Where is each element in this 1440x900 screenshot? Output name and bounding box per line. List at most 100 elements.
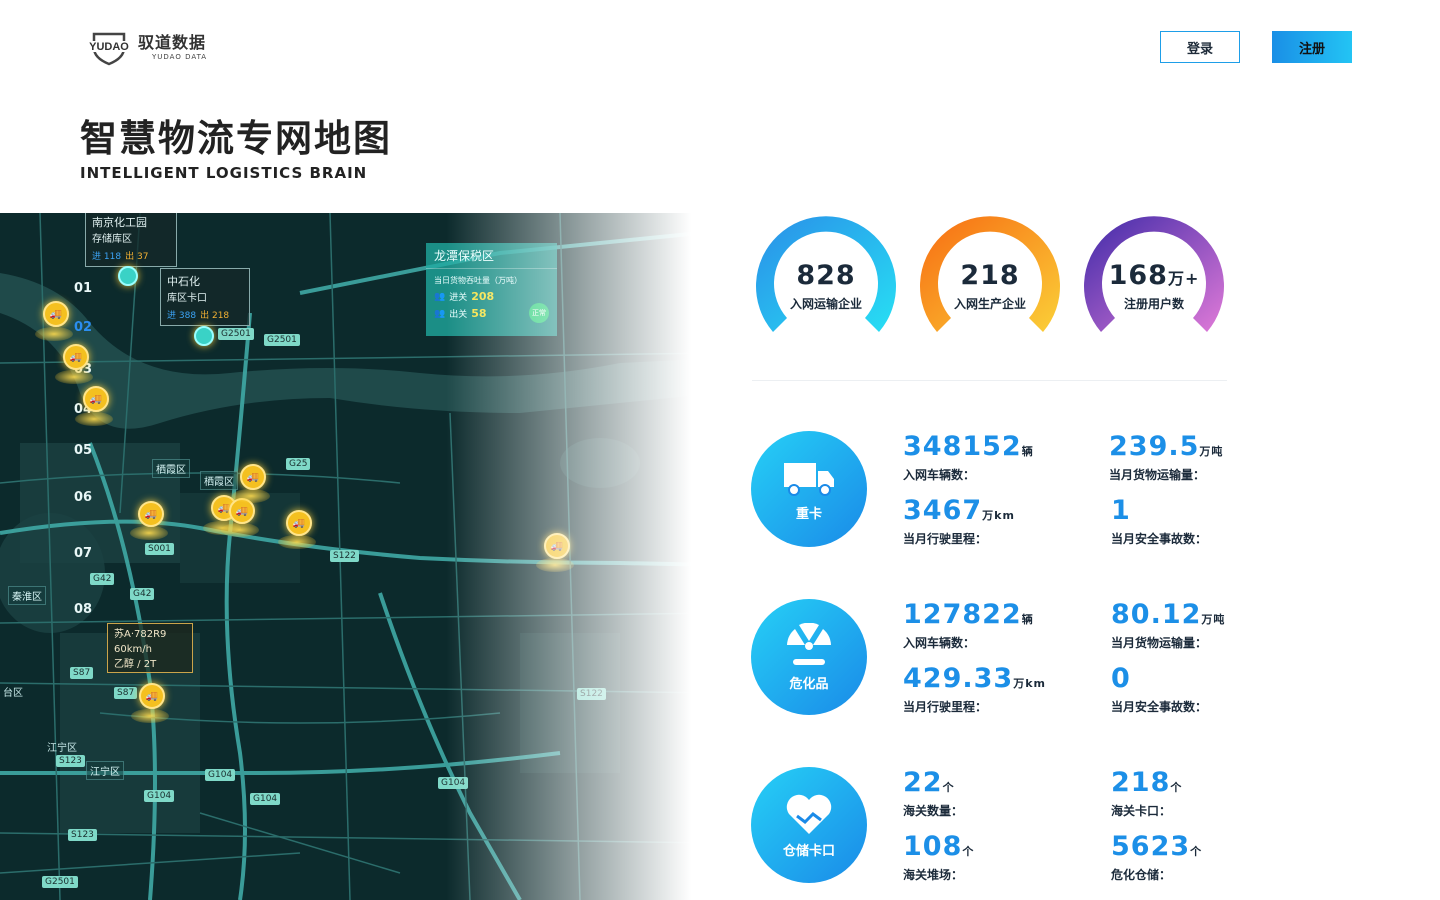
out-label: 出关 — [449, 310, 468, 320]
out-count: 218 — [211, 311, 230, 321]
place-label: 秦淮区 — [8, 586, 46, 605]
metric-label: 入网车辆数： — [903, 636, 976, 650]
vehicle-speed: 60km/h — [114, 644, 152, 655]
truck-pin-icon[interactable]: 🚚 — [240, 464, 266, 490]
place-label: 江宁区 — [86, 761, 124, 780]
vehicle-info-popup[interactable]: 苏A·782R9 60km/h 乙醇 / 2T — [107, 623, 193, 673]
metric-value: 5623 — [1111, 831, 1191, 862]
popup-subtitle: 存储库区 — [92, 234, 132, 245]
road-badge: S123 — [56, 755, 85, 767]
longtan-bonded-zone-panel[interactable]: 龙潭保税区 当日货物吞吐量（万吨） 👥 进关 208 👥 出关 58 正常 — [426, 243, 557, 336]
pin-glow — [221, 523, 259, 537]
logo[interactable]: YUDAO 驭道数据 YUDAO DATA — [86, 30, 207, 66]
route-number[interactable]: 06 — [74, 490, 92, 505]
gauge-label: 入网运输企业 — [789, 297, 862, 311]
chem-station-icon[interactable] — [194, 326, 214, 346]
metric-value: 239.5 — [1109, 431, 1200, 462]
gauge-label: 注册用户数 — [1123, 297, 1184, 311]
in-label: 进关 — [449, 293, 468, 303]
metric-unit: 个 — [962, 845, 975, 858]
truck-pin-icon[interactable]: 🚚 — [83, 386, 109, 412]
in-label: 进 — [167, 311, 177, 321]
pin-glow — [75, 412, 113, 426]
metric-unit: 个 — [1190, 845, 1203, 858]
metric: 429.33万km 当月行驶里程： — [903, 664, 1046, 715]
map-background — [0, 213, 720, 900]
truck-pin-icon[interactable]: 🚚 — [63, 344, 89, 370]
in-count: 388 — [178, 311, 197, 321]
metric-label: 当月安全事故数： — [1111, 532, 1208, 546]
place-label: 江宁区 — [47, 743, 77, 754]
vehicle-cargo: 乙醇 / 2T — [114, 659, 157, 670]
metric-label: 当月行驶里程： — [903, 532, 988, 546]
place-label: 台区 — [3, 688, 23, 699]
metric-value: 80.12 — [1111, 599, 1202, 630]
metric-label: 当月行驶里程： — [903, 700, 988, 714]
category-heavy-truck[interactable]: 重卡 — [751, 431, 867, 547]
pin-glow — [278, 535, 316, 549]
road-badge: G2501 — [218, 328, 254, 340]
out-count: 37 — [136, 252, 149, 262]
category-storage-checkpoint[interactable]: 仓储卡口 — [751, 767, 867, 883]
road-badge: S123 — [68, 829, 97, 841]
pin-glow — [55, 370, 93, 384]
metric: 218个 海关卡口： — [1111, 768, 1182, 819]
truck-pin-icon[interactable]: 🚚 — [286, 510, 312, 536]
route-number[interactable]: 08 — [74, 602, 92, 617]
truck-icon — [784, 462, 834, 496]
truck-pin-icon[interactable]: 🚚 — [43, 301, 69, 327]
sinopec-popup[interactable]: 中石化 库区卡口 进 388 出 218 — [160, 268, 250, 326]
popup-title: 中石化 — [167, 275, 200, 288]
metric-value: 108 — [903, 831, 963, 862]
category-name: 仓储卡口 — [782, 843, 835, 859]
pin-glow — [35, 327, 73, 341]
metric: 3467万km 当月行驶里程： — [903, 496, 1015, 547]
metric: 348152辆 入网车辆数： — [903, 432, 1034, 483]
place-label: 栖霞区 — [200, 471, 238, 490]
metric: 0 当月安全事故数： — [1111, 664, 1207, 715]
metric-label: 海关堆场： — [903, 868, 964, 882]
truck-pin-icon[interactable]: 🚚 — [138, 501, 164, 527]
chem-station-icon[interactable] — [118, 266, 138, 286]
panel-title: 龙潭保税区 — [426, 243, 557, 269]
gauge-value: 828 — [796, 260, 856, 291]
in-count: 208 — [471, 290, 495, 303]
route-number-active[interactable]: 02 — [74, 320, 92, 335]
road-badge: S87 — [114, 687, 138, 699]
user-icon: 👥 — [434, 291, 446, 302]
logo-cn-text: 驭道数据 — [138, 33, 207, 52]
category-name: 重卡 — [795, 506, 822, 522]
category-hazardous-chemicals[interactable]: 危化品 — [751, 599, 867, 715]
metric-label: 危化仓储： — [1111, 868, 1172, 882]
metric-value: 22 — [903, 767, 943, 798]
nanjing-chem-park-popup[interactable]: 南京化工园 存储库区 进 118 出 37 — [85, 213, 177, 267]
road-badge: S87 — [70, 667, 94, 679]
gauge-production-companies: 218 入网生产企业 — [916, 214, 1064, 334]
road-badge: S122 — [330, 550, 359, 562]
metric-value: 127822 — [903, 599, 1022, 630]
metric-unit: 万吨 — [1199, 445, 1224, 458]
gauge-transport-companies: 828 入网运输企业 — [752, 214, 900, 334]
logo-sub-text: YUDAO DATA — [152, 53, 208, 61]
in-label: 进 — [92, 252, 102, 262]
truck-pin-icon[interactable]: 🚚 — [139, 683, 165, 709]
route-number[interactable]: 05 — [74, 443, 92, 458]
truck-pin-icon[interactable]: 🚚 — [544, 533, 570, 559]
logo-en-text: YUDAO — [89, 41, 129, 53]
route-number[interactable]: 01 — [74, 281, 92, 296]
metric-unit: 辆 — [1021, 613, 1034, 626]
radiation-icon — [787, 622, 831, 665]
route-number[interactable]: 07 — [74, 546, 92, 561]
category-name: 危化品 — [789, 676, 829, 692]
metric: 80.12万吨 当月货物运输量： — [1111, 600, 1225, 651]
road-badge: G104 — [438, 777, 469, 789]
login-button[interactable]: 登录 — [1160, 31, 1240, 63]
register-button[interactable]: 注册 — [1272, 31, 1352, 63]
status-badge: 正常 — [529, 303, 549, 323]
road-badge: S122 — [577, 688, 606, 700]
road-badge: G42 — [130, 588, 155, 600]
metric-label: 当月货物运输量： — [1111, 636, 1208, 650]
metric-unit: 个 — [1170, 781, 1183, 794]
gauge-value: 168 — [1108, 260, 1168, 291]
logistics-map[interactable]: 01 02 03 04 05 06 07 08 南京化工园 存储库区 进 118… — [0, 213, 720, 900]
